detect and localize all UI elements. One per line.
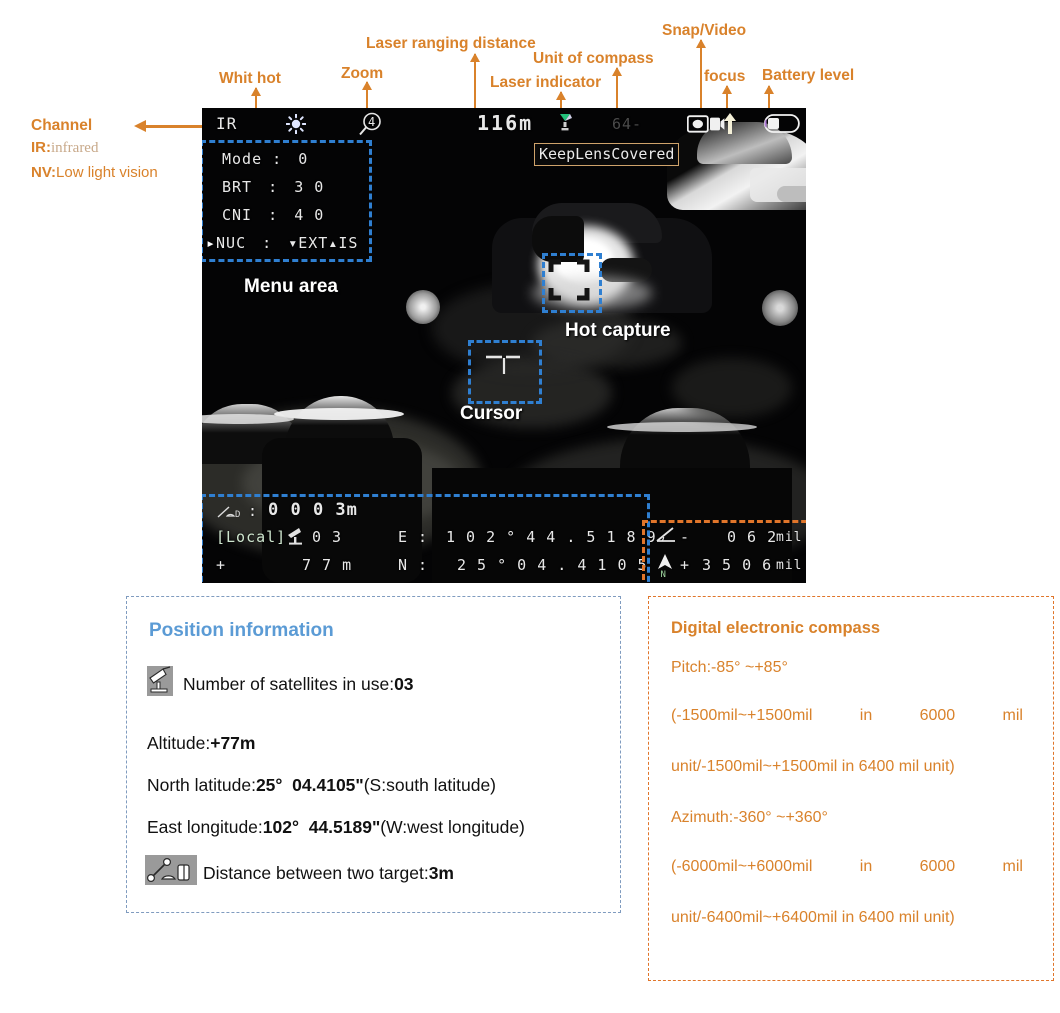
arrow-unit-of-compass bbox=[612, 67, 622, 108]
channel-nv-key: NV: bbox=[31, 164, 57, 181]
position-information-panel: Position information Number of satellite… bbox=[126, 596, 621, 913]
latitude-minutes: 04.4105" bbox=[292, 775, 364, 795]
arrow-focus bbox=[722, 85, 732, 108]
satellites-label: Number of satellites in use: bbox=[183, 674, 395, 694]
arrow-battery-level bbox=[764, 85, 774, 108]
menu-area-caption: Menu area bbox=[244, 276, 338, 297]
latitude-note: (S:south latitude) bbox=[363, 775, 497, 795]
longitude-label: East longitude: bbox=[147, 817, 263, 837]
position-info-highlight bbox=[202, 494, 650, 583]
digital-compass-panel: Digital electronic compass Pitch:-85° ~+… bbox=[648, 596, 1054, 981]
callout-label-whit-hot: Whit hot bbox=[219, 70, 281, 87]
satellites-row: Number of satellites in use:03 bbox=[183, 674, 414, 694]
compass-unit-value: 64- bbox=[612, 115, 643, 133]
longitude-degrees: 102° bbox=[262, 817, 299, 837]
compass-azimuth-mil-a1: (-6000mil~+6000mil bbox=[671, 858, 813, 875]
compass-azimuth-mil-a2: in bbox=[859, 858, 873, 875]
longitude-note: (W:west longitude) bbox=[380, 817, 525, 837]
compass-pitch-mil-a3: 6000 bbox=[919, 707, 956, 724]
cursor-caption: Cursor bbox=[460, 403, 523, 424]
satellites-value: 03 bbox=[394, 674, 414, 694]
compass-azimuth-mil-a3: 6000 bbox=[919, 858, 956, 875]
menu-area-highlight bbox=[202, 140, 372, 262]
callout-label-focus: focus bbox=[704, 68, 746, 85]
compass-azimuth-mil-line1: (-6000mil~+6000mil in 6000 mil bbox=[671, 858, 1023, 876]
distance-value: 3m bbox=[428, 863, 454, 883]
arrow-snap-video bbox=[696, 39, 706, 108]
compass-azimuth-mil-line2: unit/-6400mil~+6400mil in 6400 mil unit) bbox=[671, 909, 955, 926]
arrow-laser-ranging-distance bbox=[470, 53, 480, 108]
latitude-degrees: 25° bbox=[255, 775, 283, 795]
channel-ir-line: IR:infrared bbox=[31, 139, 98, 157]
callout-label-battery-level: Battery level bbox=[762, 67, 855, 84]
arrow-zoom bbox=[362, 81, 372, 108]
compass-pitch-mil-a2: in bbox=[859, 707, 873, 724]
status-channel[interactable]: IR bbox=[216, 114, 237, 133]
zoom-icon[interactable]: 4 bbox=[357, 112, 383, 138]
callout-label-snap-video: Snap/Video bbox=[662, 22, 747, 39]
distance-measure-icon bbox=[145, 855, 197, 885]
compass-pitch-mil-line2: unit/-1500mil~+1500mil in 6400 mil unit) bbox=[671, 758, 955, 775]
compass-panel-title: Digital electronic compass bbox=[671, 619, 881, 637]
channel-ir-value: infrared bbox=[51, 140, 99, 156]
position-panel-title: Position information bbox=[149, 620, 334, 641]
up-arrow-icon[interactable] bbox=[722, 112, 738, 136]
channel-nv-line: NV:Low light vision bbox=[31, 164, 158, 181]
callout-label-laser-indicator: Laser indicator bbox=[490, 74, 602, 91]
compass-pitch-range: Pitch:-85° ~+85° bbox=[671, 659, 788, 676]
compass-azimuth-mil-a4: mil bbox=[1002, 858, 1023, 875]
channel-title: Channel bbox=[31, 117, 93, 134]
longitude-row: East longitude:102° 44.5189"(W:west long… bbox=[147, 817, 525, 837]
distance-label: Distance between two target: bbox=[203, 863, 429, 883]
latitude-row: North latitude:25° 04.4105"(S:south lati… bbox=[147, 775, 497, 795]
osd-status-bar: IR 4 116m 64- bbox=[202, 108, 806, 142]
channel-ir-key: IR: bbox=[31, 139, 51, 156]
arrow-whit-hot bbox=[251, 87, 261, 108]
sun-icon[interactable] bbox=[285, 113, 307, 135]
compass-pitch-mil-line1: (-1500mil~+1500mil in 6000 mil bbox=[671, 707, 1023, 725]
hot-capture-caption: Hot capture bbox=[565, 320, 671, 341]
lens-warning-badge: KeepLensCovered bbox=[534, 143, 680, 166]
camera-video-icon[interactable] bbox=[686, 114, 725, 134]
arrow-laser-indicator bbox=[556, 91, 566, 108]
altitude-row: Altitude:+77m bbox=[147, 733, 256, 753]
arrow-channel bbox=[134, 120, 203, 132]
compass-info-highlight bbox=[642, 520, 806, 583]
cursor-highlight bbox=[468, 340, 542, 404]
thermal-camera-view[interactable]: IR 4 116m 64- KeepLensCovered Mode: 0 B… bbox=[202, 108, 806, 583]
lens-warning-text: KeepLensCovered bbox=[539, 145, 675, 163]
channel-nv-value: Low light vision bbox=[56, 164, 158, 181]
compass-pitch-mil-a4: mil bbox=[1002, 707, 1023, 724]
distance-row: Distance between two target:3m bbox=[203, 863, 454, 883]
laser-distance-value: 116m bbox=[477, 111, 534, 135]
satellite-dish-icon bbox=[147, 666, 173, 696]
compass-pitch-mil-a1: (-1500mil~+1500mil bbox=[671, 707, 813, 724]
longitude-minutes: 44.5189" bbox=[308, 817, 381, 837]
callout-label-unit-of-compass: Unit of compass bbox=[533, 50, 654, 67]
zoom-level: 4 bbox=[368, 115, 376, 129]
hot-capture-highlight bbox=[542, 253, 602, 313]
latitude-label: North latitude: bbox=[147, 775, 256, 795]
altitude-label: Altitude: bbox=[147, 733, 211, 753]
laser-icon[interactable] bbox=[557, 113, 573, 135]
altitude-value: +77m bbox=[210, 733, 256, 753]
battery-icon[interactable] bbox=[763, 114, 804, 133]
compass-azimuth-range: Azimuth:-360° ~+360° bbox=[671, 809, 828, 826]
callout-label-laser-ranging-distance: Laser ranging distance bbox=[366, 35, 536, 52]
